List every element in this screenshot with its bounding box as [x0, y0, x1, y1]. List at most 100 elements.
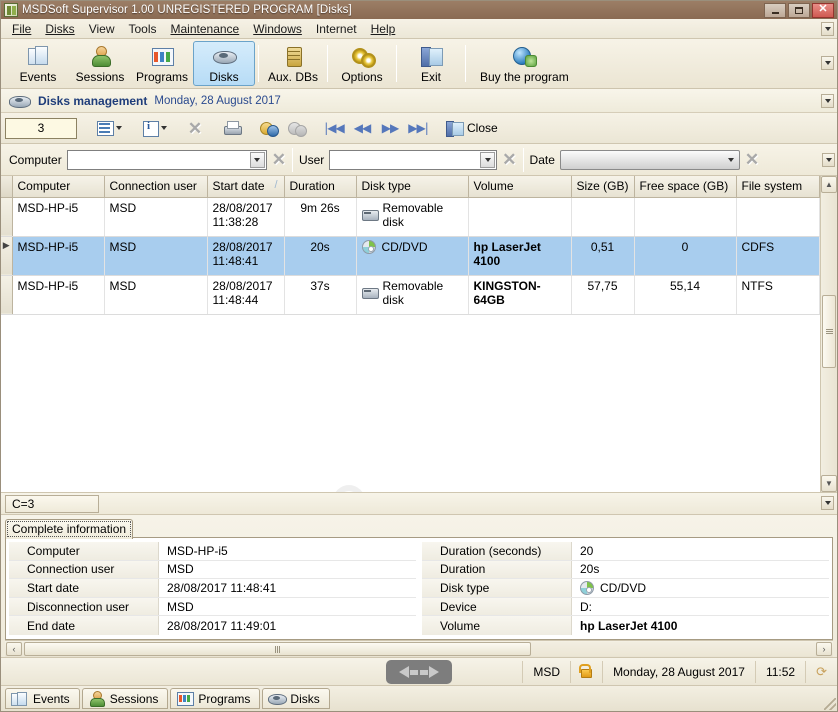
column-header-connection-user[interactable]: Connection user — [104, 176, 208, 198]
toolbar-button-aux-dbs[interactable]: Aux. DBs — [262, 41, 324, 86]
menu-internet[interactable]: Internet — [309, 20, 364, 38]
column-header-computer[interactable]: Computer — [12, 176, 105, 198]
scroll-track[interactable] — [821, 193, 837, 475]
print-button[interactable] — [219, 116, 245, 140]
date-filter-combo[interactable] — [559, 149, 740, 170]
clear-computer-filter-button[interactable]: ✕ — [272, 150, 286, 170]
bottom-tab-disks[interactable]: Disks — [262, 688, 330, 709]
close-button-toolbar[interactable]: Close — [442, 116, 501, 140]
status-refresh[interactable]: ⟳ — [805, 660, 837, 683]
column-header-disk-type[interactable]: Disk type — [356, 176, 469, 198]
toolbar-button-programs[interactable]: Programs — [131, 41, 193, 86]
detail-row: Duration 20s — [422, 560, 829, 580]
filter-options-button[interactable] — [284, 116, 310, 140]
bottom-tab-events[interactable]: Events — [5, 688, 80, 709]
clear-user-filter-button[interactable]: ✕ — [502, 150, 516, 170]
close-button[interactable]: ✕ — [812, 2, 834, 18]
column-header-start-date[interactable]: Start date / — [207, 176, 285, 198]
column-header-duration[interactable]: Duration — [284, 176, 357, 198]
row-gutter — [1, 275, 13, 315]
table-row[interactable]: MSD-HP-i5 MSD 28/08/2017 11:48:44 37s Re… — [1, 275, 820, 315]
back-arrow-icon[interactable] — [399, 666, 409, 678]
menu-overflow-chevron-down-icon[interactable] — [821, 22, 834, 36]
bottom-tab-sessions[interactable]: Sessions — [81, 688, 169, 709]
bottom-tab-label-programs: Programs — [198, 691, 251, 706]
nav-next-button[interactable]: ▶▶ — [377, 116, 403, 140]
maximize-button[interactable] — [788, 2, 810, 18]
toolbar-button-buy-the-program[interactable]: Buy the program — [469, 41, 580, 86]
nav-prev-button[interactable]: ◀◀ — [349, 116, 375, 140]
sort-ascending-icon: / — [274, 179, 278, 191]
unlocked-padlock-icon — [579, 663, 593, 678]
menu-help[interactable]: Help — [364, 20, 403, 38]
grid-status-chevron-down-icon[interactable] — [821, 496, 834, 510]
delete-button[interactable]: ✕ — [182, 116, 208, 140]
user-filter-label: User — [298, 152, 325, 167]
navigation-pill[interactable] — [386, 660, 452, 684]
bottom-tab-label-events: Events — [33, 691, 70, 706]
scroll-thumb[interactable] — [822, 294, 836, 368]
scroll-thumb[interactable] — [24, 642, 531, 656]
sub-toolbar: 3 ✕ |◀◀ ◀◀ ▶ — [1, 113, 837, 144]
forward-arrow-icon[interactable] — [429, 666, 439, 678]
bottom-tab-bar: Events Sessions Programs Disks — [1, 685, 837, 711]
filter-overflow-chevron-down-icon[interactable] — [822, 152, 835, 167]
column-header-volume[interactable]: Volume — [468, 176, 572, 198]
toolbar-button-exit[interactable]: Exit — [400, 41, 462, 86]
resize-grip[interactable] — [824, 698, 836, 710]
cell-computer: MSD-HP-i5 — [12, 275, 105, 315]
details-horizontal-scrollbar[interactable]: ‹ › — [5, 640, 833, 657]
column-header-file-system[interactable]: File system — [736, 176, 820, 198]
computer-filter-combo[interactable] — [66, 149, 267, 170]
cell-size-gb — [571, 197, 635, 237]
scroll-track[interactable] — [23, 642, 815, 656]
toolbar-overflow-chevron-down-icon[interactable] — [821, 56, 834, 70]
column-header-free-space-gb[interactable]: Free space (GB) — [634, 176, 737, 198]
menu-file[interactable]: File — [5, 20, 38, 38]
grid-vertical-scrollbar[interactable]: ▲ ▼ — [820, 176, 837, 492]
toolbar-button-sessions[interactable]: Sessions — [69, 41, 131, 86]
toolbar-button-events[interactable]: Events — [7, 41, 69, 86]
menu-tools[interactable]: Tools — [121, 20, 163, 38]
application-window: MSDSoft Supervisor 1.00 UNREGISTERED PRO… — [0, 0, 838, 712]
scroll-down-button[interactable]: ▼ — [821, 475, 837, 492]
table-row[interactable]: ▶ MSD-HP-i5 MSD 28/08/2017 11:48:41 20s … — [1, 236, 820, 276]
detail-value: 28/08/2017 11:49:01 — [167, 618, 277, 633]
info-button[interactable] — [137, 116, 171, 140]
detail-value: 28/08/2017 11:48:41 — [167, 581, 277, 596]
row-gutter: ▶ — [1, 236, 13, 276]
toolbar-label-exit: Exit — [420, 69, 441, 84]
minimize-button[interactable] — [764, 2, 786, 18]
filter-button[interactable] — [256, 116, 282, 140]
menu-view[interactable]: View — [82, 20, 122, 38]
scroll-left-button[interactable]: ‹ — [6, 642, 22, 656]
menu-windows[interactable]: Windows — [246, 20, 309, 38]
grid-scroll-row: Computer Connection user Start date / Du… — [1, 176, 837, 492]
column-header-size-gb[interactable]: Size (GB) — [571, 176, 635, 198]
cell-connection-user: MSD — [104, 275, 208, 315]
details-tabstrip: Complete information — [5, 518, 833, 539]
user-filter-combo[interactable] — [329, 149, 498, 170]
view-mode-button[interactable] — [92, 116, 126, 140]
menu-disks[interactable]: Disks — [38, 20, 81, 38]
status-lock[interactable] — [570, 660, 602, 683]
scroll-right-button[interactable]: › — [816, 642, 832, 656]
date-filter-group: Date ✕ — [530, 149, 759, 170]
nav-last-button[interactable]: ▶▶| — [405, 116, 431, 140]
globe-icon — [511, 44, 538, 68]
cell-duration: 37s — [284, 275, 357, 315]
tab-complete-information[interactable]: Complete information — [5, 519, 134, 539]
table-row[interactable]: MSD-HP-i5 MSD 28/08/2017 11:38:28 9m 26s… — [1, 197, 820, 237]
menu-view-label: View — [88, 21, 115, 36]
toolbar-separator — [396, 45, 397, 82]
nav-first-button[interactable]: |◀◀ — [321, 116, 347, 140]
toolbar-button-disks[interactable]: Disks — [193, 41, 255, 86]
toolbar-button-options[interactable]: Options — [331, 41, 393, 86]
record-count-field[interactable]: 3 — [5, 117, 77, 139]
section-overflow-chevron-down-icon[interactable] — [821, 94, 834, 108]
bottom-tab-programs[interactable]: Programs — [170, 688, 261, 709]
menu-maintenance[interactable]: Maintenance — [164, 20, 247, 38]
scroll-up-button[interactable]: ▲ — [821, 176, 837, 193]
filter-separator — [291, 147, 293, 172]
clear-date-filter-button[interactable]: ✕ — [745, 150, 759, 170]
